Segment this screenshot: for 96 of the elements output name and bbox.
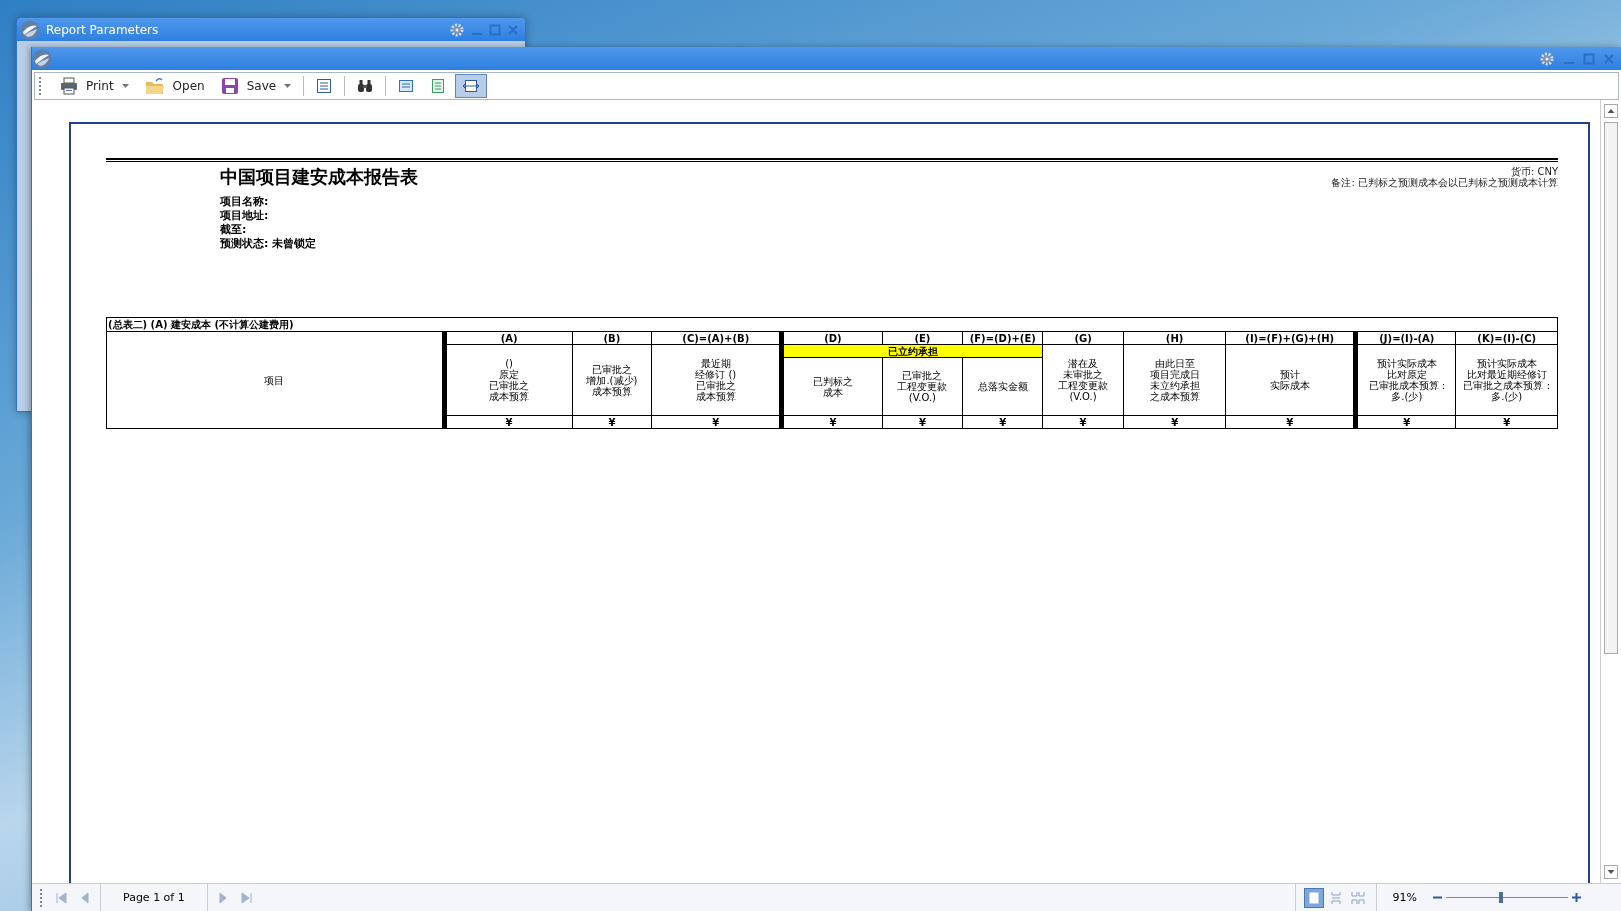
header-text: 已审批之成本预算 : — [1462, 380, 1551, 391]
column-code: (B) — [572, 331, 652, 345]
note-text: 备注: 已判标之预测成本会以已判标之预测成本计算 — [1331, 177, 1558, 188]
table-cell: ¥ — [962, 415, 1043, 429]
caret-icon[interactable] — [121, 84, 129, 88]
header-text: 工程变更款 — [1057, 380, 1110, 391]
table-cell: ¥ — [1225, 415, 1356, 429]
note-text: 货币: CNY — [1510, 166, 1558, 177]
table-caption: (总表二) (A) 建安成本 (不计算公建费用) — [106, 317, 1558, 332]
header-text: () — [504, 358, 514, 369]
table-cell: ¥ — [1355, 415, 1456, 429]
page-view-icon — [430, 78, 447, 94]
slider-thumb[interactable] — [1499, 892, 1504, 903]
close-icon[interactable] — [1603, 52, 1615, 65]
header-text: 成本 — [821, 386, 843, 398]
header-text: 项目完成日 — [1148, 369, 1201, 380]
toolbar-button[interactable]: Save — [213, 74, 299, 98]
column-code: (C)=(A)+(B) — [651, 331, 782, 345]
header-text: 成本预算 — [488, 391, 531, 402]
view-mode-button[interactable] — [1303, 887, 1324, 908]
window-title: Report Parameters — [46, 22, 160, 37]
header-text: (V.O.) — [1068, 391, 1098, 402]
binoculars-icon — [357, 78, 374, 94]
folder-icon — [144, 77, 165, 95]
page-view-icon — [398, 78, 415, 94]
header-text: 经修订 () — [694, 369, 738, 380]
column-code: (K)=(I)-(C) — [1456, 331, 1558, 345]
header-text: 原定 — [499, 369, 520, 380]
report-title: 中国项目建安成本报告表 — [220, 165, 418, 189]
info-line: 项目名称: — [220, 195, 270, 209]
printer-icon — [60, 77, 78, 95]
caret-icon[interactable] — [284, 84, 292, 88]
table-cell: ¥ — [882, 415, 963, 429]
header-text: 预计实际成本 — [1476, 358, 1538, 369]
header-text: 总落实金额 — [976, 381, 1029, 393]
close-icon[interactable] — [507, 23, 519, 36]
column-code: (H) — [1123, 331, 1226, 345]
maximize-icon[interactable] — [489, 23, 501, 36]
info-line: 项目地址: — [220, 209, 270, 223]
header-text: 比对原定 — [1386, 369, 1427, 380]
column-code: (A) — [444, 331, 572, 345]
row-header: 项目 — [106, 331, 445, 429]
column-code: (G) — [1042, 331, 1124, 345]
header-text: 未立约承担 — [1148, 380, 1201, 391]
list-icon — [316, 78, 333, 94]
save-icon — [220, 77, 239, 95]
column-code: (J)=(I)-(A) — [1355, 331, 1456, 345]
header-text: 已审批之 — [694, 380, 737, 391]
header-text: 已审批之 — [901, 370, 944, 382]
header-text: 已审批之 — [590, 363, 632, 375]
scrollbar[interactable] — [1600, 100, 1621, 883]
info-line: 截至: — [220, 223, 248, 237]
header-text: 成本预算 — [694, 391, 737, 402]
header-text: 多.(少) — [1390, 391, 1423, 402]
maximize-icon[interactable] — [1583, 52, 1595, 65]
page-label: Page 1 of 1 — [123, 891, 185, 904]
scroll-down-icon[interactable] — [1604, 865, 1618, 879]
header-text: 由此日至 — [1153, 358, 1196, 369]
table-cell: ¥ — [572, 415, 652, 429]
settings-icon[interactable] — [1539, 50, 1555, 67]
fit-width-icon — [462, 78, 481, 94]
header-text: 预计实际成本 — [1375, 358, 1438, 369]
table-cell: ¥ — [1042, 415, 1124, 429]
scroll-up-icon[interactable] — [1604, 104, 1618, 118]
header-text: 成本预算 — [591, 385, 632, 397]
zoom-value: 91% — [1391, 891, 1418, 904]
toolbar-button[interactable]: Print — [53, 74, 136, 98]
header-text: 比对最近期经修订 — [1465, 369, 1548, 380]
table-cell: ¥ — [444, 415, 572, 429]
header-text: 增加.(减少) — [585, 374, 639, 386]
column-code: (E) — [882, 331, 963, 345]
header-text: 未审批之 — [1062, 369, 1105, 380]
table-cell: ¥ — [1456, 415, 1558, 429]
column-code: (F)=(D)+(E) — [962, 331, 1043, 345]
table-cell: ¥ — [651, 415, 782, 429]
page-layout-icon — [1349, 889, 1366, 906]
logo-icon — [20, 19, 40, 40]
header-text: 实际成本 — [1268, 380, 1311, 391]
header-text: (V.O.) — [907, 392, 937, 404]
zoom-in-icon[interactable] — [1572, 893, 1581, 902]
header-text: 潜在及 — [1067, 358, 1099, 369]
info-line: 预测状态: 未曾锁定 — [220, 237, 318, 251]
header-text: 多.(少) — [1491, 391, 1523, 402]
header-text: 最近期 — [700, 358, 732, 369]
toolbar-button[interactable]: Open — [137, 74, 212, 98]
header-text: 已审批成本预算 : — [1367, 380, 1447, 391]
header-text: 工程变更款 — [896, 381, 949, 393]
header-text: 之成本预算 — [1148, 391, 1201, 402]
toolbar-button[interactable] — [455, 74, 488, 98]
settings-icon[interactable] — [449, 21, 465, 38]
table-cell: ¥ — [781, 415, 882, 429]
column-code: (I)=(F)+(G)+(H) — [1225, 331, 1356, 345]
header-text: 已审批之 — [488, 380, 531, 391]
header-text: 预计 — [1278, 369, 1300, 380]
header-text: 已判标之 — [811, 375, 854, 387]
table-cell: ¥ — [1123, 415, 1226, 429]
